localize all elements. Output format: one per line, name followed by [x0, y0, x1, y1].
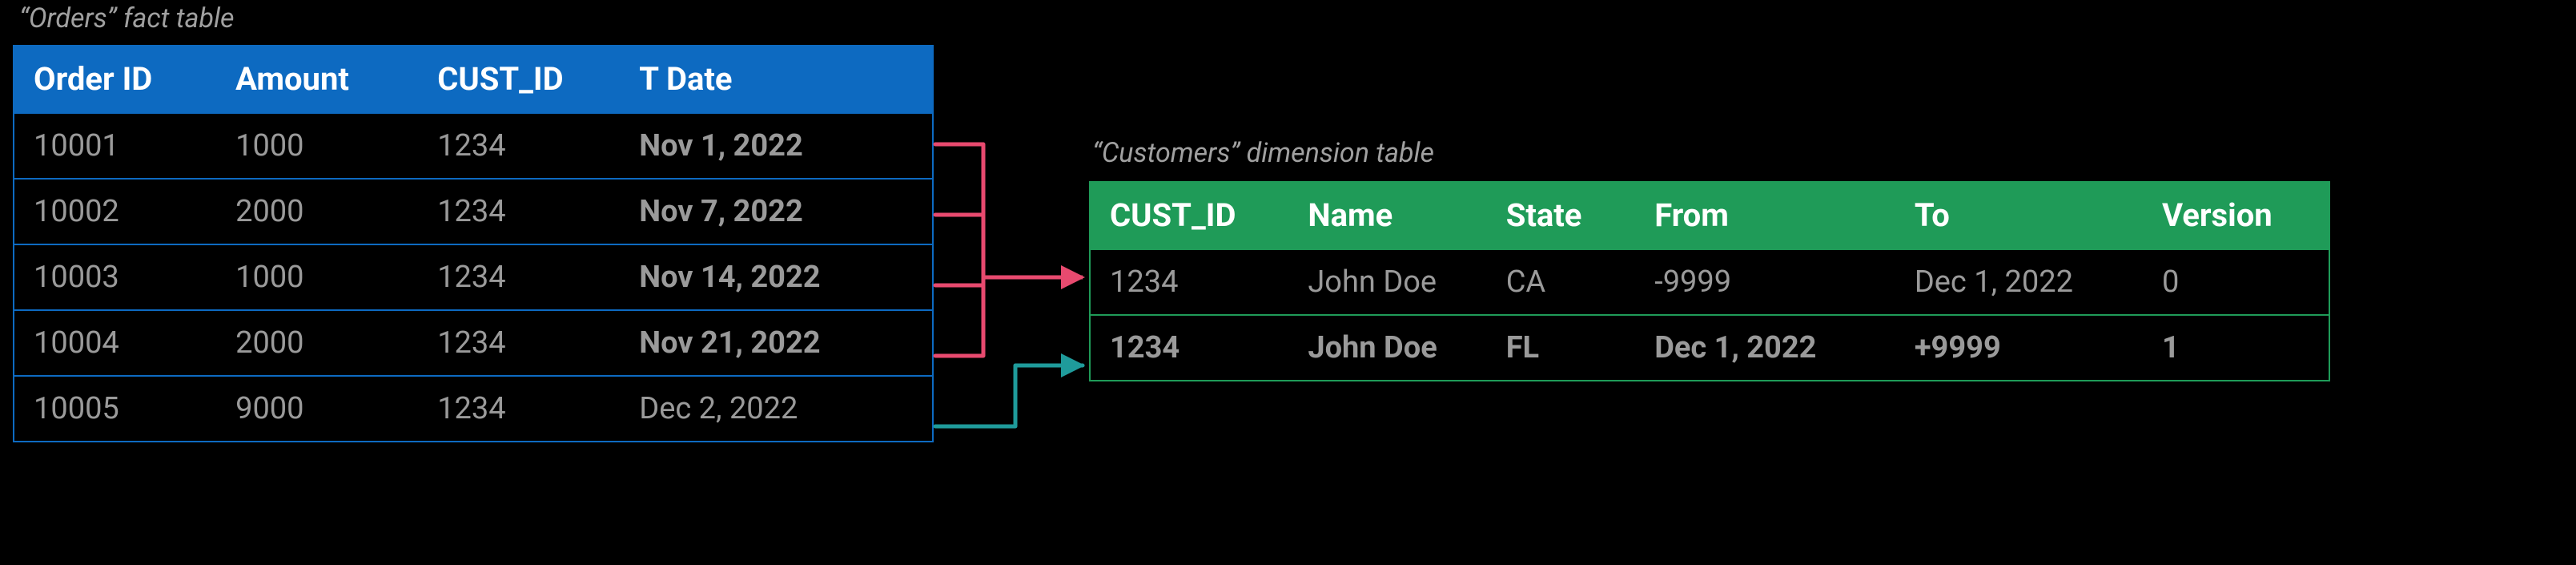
cell: 10005 [14, 376, 216, 441]
customers-caption: “Customers” dimension table [1092, 138, 1434, 170]
customers-header-to: To [1895, 183, 2143, 249]
table-row: 1234 John Doe FL Dec 1, 2022 +9999 1 [1091, 315, 2329, 380]
cell: 1234 [1091, 249, 1288, 315]
cell: John Doe [1288, 249, 1486, 315]
orders-fact-table: Order ID Amount CUST_ID T Date 10001 100… [13, 45, 934, 442]
cell: 1234 [418, 179, 620, 244]
table-row: 10004 2000 1234 Nov 21, 2022 [14, 310, 932, 376]
bracket-arrow-pink-icon [935, 144, 1083, 356]
cell: 2000 [216, 310, 418, 376]
cell: 1234 [418, 244, 620, 310]
cell: Dec 1, 2022 [1635, 315, 1895, 380]
table-row: 10005 9000 1234 Dec 2, 2022 [14, 376, 932, 441]
elbow-arrow-teal-icon [935, 365, 1083, 426]
table-row: 10003 1000 1234 Nov 14, 2022 [14, 244, 932, 310]
cell: 10003 [14, 244, 216, 310]
table-row: 10002 2000 1234 Nov 7, 2022 [14, 179, 932, 244]
cell: 10004 [14, 310, 216, 376]
orders-caption: “Orders” fact table [19, 3, 235, 35]
cell: 10001 [14, 113, 216, 179]
cell: Dec 2, 2022 [620, 376, 932, 441]
cell: 2000 [216, 179, 418, 244]
cell: Nov 14, 2022 [620, 244, 932, 310]
table-row: 1234 John Doe CA -9999 Dec 1, 2022 0 [1091, 249, 2329, 315]
cell: Nov 7, 2022 [620, 179, 932, 244]
cell: 1234 [418, 376, 620, 441]
cell: 1 [2143, 315, 2329, 380]
cell: 10002 [14, 179, 216, 244]
orders-header-tdate: T Date [620, 46, 932, 113]
cell: 0 [2143, 249, 2329, 315]
customers-header-state: State [1487, 183, 1636, 249]
cell: FL [1487, 315, 1636, 380]
cell: 1234 [418, 310, 620, 376]
customers-header-version: Version [2143, 183, 2329, 249]
orders-header-orderid: Order ID [14, 46, 216, 113]
orders-header-amount: Amount [216, 46, 418, 113]
cell: Nov 1, 2022 [620, 113, 932, 179]
cell: -9999 [1635, 249, 1895, 315]
cell: 9000 [216, 376, 418, 441]
cell: Nov 21, 2022 [620, 310, 932, 376]
cell: CA [1487, 249, 1636, 315]
cell: 1234 [1091, 315, 1288, 380]
customers-header-name: Name [1288, 183, 1486, 249]
orders-header-custid: CUST_ID [418, 46, 620, 113]
table-row: 10001 1000 1234 Nov 1, 2022 [14, 113, 932, 179]
cell: 1234 [418, 113, 620, 179]
customers-header-from: From [1635, 183, 1895, 249]
cell: John Doe [1288, 315, 1486, 380]
cell: 1000 [216, 244, 418, 310]
customers-header-custid: CUST_ID [1091, 183, 1288, 249]
cell: Dec 1, 2022 [1895, 249, 2143, 315]
customers-dimension-table: CUST_ID Name State From To Version 1234 … [1089, 181, 2330, 381]
cell: 1000 [216, 113, 418, 179]
cell: +9999 [1895, 315, 2143, 380]
